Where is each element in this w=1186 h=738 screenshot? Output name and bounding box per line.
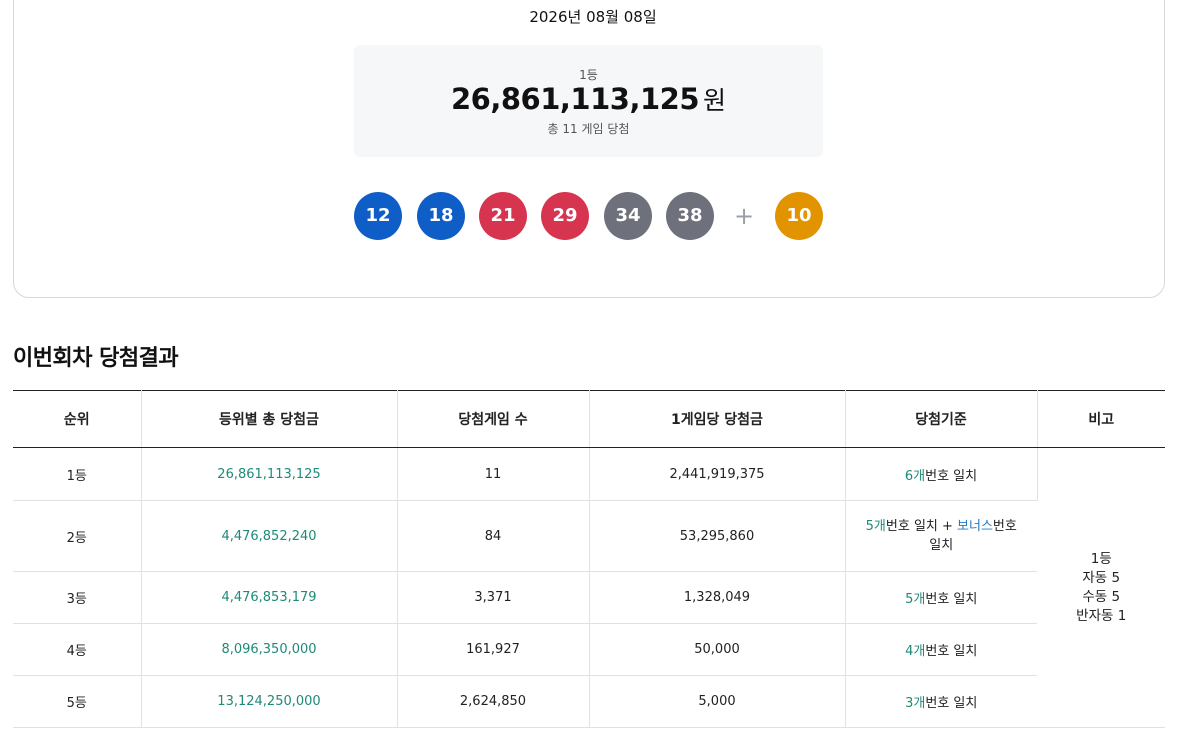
number-ball: 18	[417, 192, 465, 240]
header-prize-per-game: 1게임당 당첨금	[589, 390, 846, 448]
note-line: 자동 5	[1082, 569, 1121, 586]
winning-games-cell: 11	[397, 447, 590, 501]
prize-amount-row: 26,861,113,125 원	[354, 81, 823, 117]
header-note: 비고	[1037, 390, 1165, 448]
criteria-text: 번호 일치 +	[885, 519, 958, 534]
header-winning-games: 당첨게임 수	[397, 390, 590, 448]
total-prize-cell: 26,861,113,125	[141, 447, 398, 501]
prize-amount: 26,861,113,125	[450, 82, 700, 116]
criteria-cell: 3개번호 일치	[845, 675, 1037, 728]
note-line: 1등	[1090, 550, 1112, 567]
total-prize-cell: 4,476,852,240	[141, 500, 398, 572]
winning-numbers: 12 18 21 29 34 38 + 10	[0, 192, 1186, 241]
table-row: 4등 8,096,350,000 161,927 50,000 4개번호 일치	[13, 623, 1165, 676]
results-table: 순위 등위별 총 당첨금 당첨게임 수 1게임당 당첨금 당첨기준 비고 1등 …	[13, 390, 1165, 728]
first-prize-box: 1등 26,861,113,125 원 총 11 게임 당첨	[354, 45, 823, 157]
rank-cell: 1등	[13, 447, 142, 501]
total-prize-cell: 4,476,853,179	[141, 571, 398, 624]
number-ball: 29	[541, 192, 589, 240]
number-ball: 38	[666, 192, 714, 240]
section-title: 이번회차 당첨결과	[13, 346, 179, 371]
prize-per-game-cell: 2,441,919,375	[589, 447, 846, 501]
bonus-number-ball: 10	[775, 192, 823, 240]
number-ball: 34	[604, 192, 652, 240]
total-prize-cell: 13,124,250,000	[141, 675, 398, 728]
header-criteria: 당첨기준	[845, 390, 1038, 448]
winning-games-cell: 161,927	[397, 623, 590, 676]
criteria-text: 번호 일치	[925, 644, 978, 659]
rank-cell: 3등	[13, 571, 142, 624]
criteria-count: 5개	[865, 519, 886, 534]
rank-cell: 4등	[13, 623, 142, 676]
table-row: 5등 13,124,250,000 2,624,850 5,000 3개번호 일…	[13, 675, 1165, 728]
criteria-text: 번호 일치	[925, 468, 978, 484]
total-prize-cell: 8,096,350,000	[141, 623, 398, 676]
criteria-text: 번호 일치	[925, 592, 978, 607]
prize-per-game-cell: 50,000	[589, 623, 846, 676]
table-header-row: 순위 등위별 총 당첨금 당첨게임 수 1게임당 당첨금 당첨기준 비고	[13, 390, 1165, 448]
rank-cell: 5등	[13, 675, 142, 728]
prize-winners-text: 총 11 게임 당첨	[547, 122, 630, 136]
draw-date: 2026년 08월 08일	[529, 8, 657, 26]
table-row: 3등 4,476,853,179 3,371 1,328,049 5개번호 일치	[13, 571, 1165, 624]
note-cell: 1등 자동 5 수동 5 반자동 1	[1037, 447, 1165, 728]
criteria-cell: 5개번호 일치	[845, 571, 1037, 624]
header-total-prize: 등위별 총 당첨금	[141, 390, 398, 448]
plus-icon: +	[733, 202, 755, 230]
criteria-cell: 6개번호 일치	[845, 447, 1038, 501]
criteria-count: 4개	[905, 644, 926, 659]
criteria-cell: 5개번호 일치 + 보너스번호 일치	[845, 500, 1037, 572]
table-row: 2등 4,476,852,240 84 53,295,860 5개번호 일치 +…	[13, 500, 1165, 572]
criteria-count: 5개	[905, 592, 926, 607]
note-line: 수동 5	[1082, 588, 1121, 605]
criteria-count: 3개	[905, 696, 926, 711]
prize-per-game-cell: 53,295,860	[589, 500, 846, 572]
number-ball: 21	[479, 192, 527, 240]
table-row: 1등 26,861,113,125 11 2,441,919,375 6개번호 …	[13, 447, 1165, 728]
criteria-bonus: 보너스	[957, 519, 993, 534]
winning-games-cell: 2,624,850	[397, 675, 590, 728]
criteria-text: 번호 일치	[925, 696, 978, 711]
prize-per-game-cell: 1,328,049	[589, 571, 846, 624]
number-ball: 12	[354, 192, 402, 240]
winning-games-cell: 84	[397, 500, 590, 572]
prize-unit: 원	[703, 86, 727, 115]
criteria-cell: 4개번호 일치	[845, 623, 1037, 676]
criteria-count: 6개	[904, 468, 926, 484]
prize-per-game-cell: 5,000	[589, 675, 846, 728]
winning-games-cell: 3,371	[397, 571, 590, 624]
note-line: 반자동 1	[1076, 607, 1127, 624]
header-rank: 순위	[13, 390, 142, 448]
rank-cell: 2등	[13, 500, 142, 572]
